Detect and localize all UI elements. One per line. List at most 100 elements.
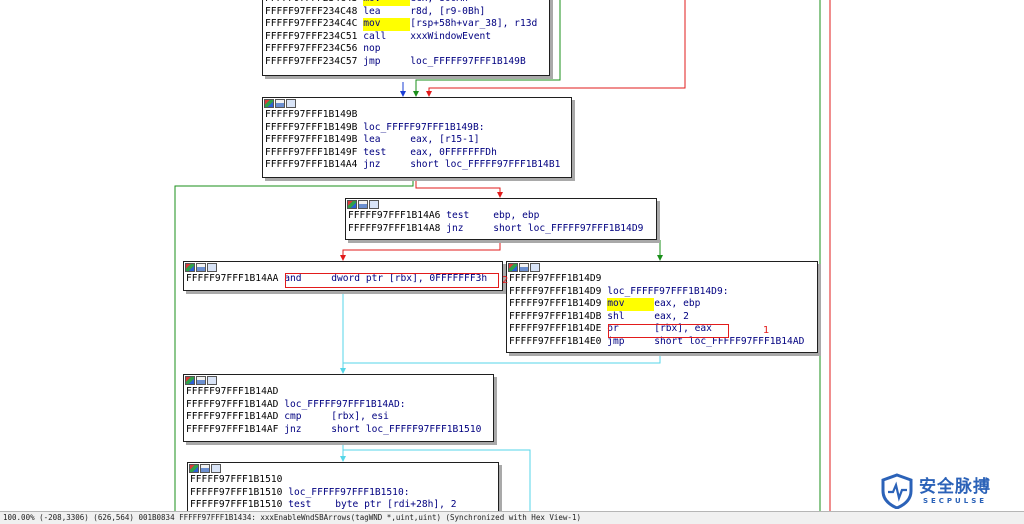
color-icon[interactable] bbox=[264, 99, 274, 108]
label: loc_FFFFF97FFF1B14AD: bbox=[284, 398, 406, 410]
address: FFFFF97FFF234C48 bbox=[265, 5, 358, 17]
address: FFFFF97FFF1B14AF bbox=[186, 423, 279, 435]
asm-line[interactable]: FFFFF97FFF1B14A6 test ebp, ebp bbox=[346, 210, 656, 223]
asm-line[interactable]: FFFFF97FFF1B14D9 loc_FFFFF97FFF1B14D9: bbox=[507, 286, 817, 299]
label: loc_FFFFF97FFF1B14D9: bbox=[607, 285, 729, 297]
address: FFFFF97FFF1B1510 bbox=[190, 486, 283, 498]
highlight-box-and bbox=[285, 273, 499, 288]
marker-1: 1 bbox=[763, 325, 770, 336]
asm-line[interactable]: FFFFF97FFF234C57 jmp loc_FFFFF97FFF1B149B bbox=[263, 56, 549, 69]
address: FFFFF97FFF1B1510 bbox=[190, 499, 283, 511]
code-block-window-event[interactable]: FFFFF97FFF234C43 mov ecx, 800Ah FFFFF97FFF… bbox=[262, 0, 550, 76]
asm-line[interactable]: FFFFF97FFF1B1510 bbox=[188, 474, 498, 487]
color-icon[interactable] bbox=[185, 376, 195, 385]
address: FFFFF97FFF1B14D9 bbox=[509, 273, 602, 284]
operands: ebp, ebp bbox=[493, 210, 540, 221]
graph-icon[interactable] bbox=[196, 376, 206, 385]
asm-line[interactable]: FFFFF97FFF234C48 lea r8d, [r9-0Bh] bbox=[263, 6, 549, 19]
asm-line[interactable]: FFFFF97FFF1B14D9 bbox=[507, 273, 817, 286]
code-block-loc-14d9[interactable]: FFFFF97FFF1B14D9 FFFFF97FFF1B14D9 loc_FF… bbox=[506, 261, 818, 353]
address: FFFFF97FFF234C43 bbox=[265, 0, 357, 4]
flow-edges bbox=[174, 0, 831, 512]
address: FFFFF97FFF1B14DE bbox=[509, 323, 602, 335]
operands: eax, 2 bbox=[654, 310, 689, 322]
graph-icon[interactable] bbox=[358, 200, 368, 209]
graph-icon[interactable] bbox=[275, 99, 285, 108]
address: FFFFF97FFF1B14AD bbox=[186, 411, 279, 423]
block-header bbox=[184, 262, 502, 273]
asm-line[interactable]: FFFFF97FFF1B14AD bbox=[184, 386, 493, 399]
address: FFFFF97FFF234C56 bbox=[265, 43, 358, 55]
address: FFFFF97FFF1B14AD bbox=[186, 386, 279, 397]
address: FFFFF97FFF1B14D9 bbox=[509, 285, 602, 297]
asm-line[interactable]: FFFFF97FFF1B14AD cmp [rbx], esi bbox=[184, 411, 493, 424]
color-icon[interactable] bbox=[189, 464, 199, 473]
address: FFFFF97FFF1B14DB bbox=[509, 310, 602, 322]
address: FFFFF97FFF1B14A6 bbox=[348, 210, 441, 221]
address: FFFFF97FFF1B14D9 bbox=[509, 298, 602, 310]
address: FFFFF97FFF1B149F bbox=[265, 146, 358, 158]
asm-line[interactable]: FFFFF97FFF1B149B loc_FFFFF97FFF1B149B: bbox=[263, 122, 571, 135]
asm-line[interactable]: FFFFF97FFF1B149B lea eax, [r15-1] bbox=[263, 134, 571, 147]
edge-b4-to-b5-cyan bbox=[343, 353, 661, 364]
asm-line[interactable]: FFFFF97FFF1B1510 loc_FFFFF97FFF1B1510: bbox=[188, 487, 498, 500]
text-icon[interactable] bbox=[369, 200, 379, 209]
asm-line[interactable]: FFFFF97FFF1B14DB shl eax, 2 bbox=[507, 311, 817, 324]
asm-line[interactable]: FFFFF97FFF1B149B bbox=[263, 109, 571, 122]
graph-icon[interactable] bbox=[519, 263, 529, 272]
address: FFFFF97FFF234C51 bbox=[265, 30, 358, 42]
mnemonic: jmp bbox=[363, 55, 381, 67]
status-bar: 100.00% (-208,3306) (626,564) 001B0834 F… bbox=[0, 511, 1024, 524]
operands: ecx, 800Ah bbox=[410, 0, 468, 4]
graph-icon[interactable] bbox=[196, 263, 206, 272]
asm-line[interactable]: FFFFF97FFF234C4C mov [rsp+58h+var_38], r1… bbox=[263, 18, 549, 31]
mnemonic: test bbox=[446, 210, 470, 221]
asm-line[interactable]: FFFFF97FFF234C51 call xxxWindowEvent bbox=[263, 31, 549, 44]
operands: short loc_FFFFF97FFF1B1510 bbox=[331, 423, 482, 435]
code-block-loc-1510[interactable]: FFFFF97FFF1B1510 FFFFF97FFF1B1510 loc_FF… bbox=[187, 462, 499, 512]
operands: short loc_FFFFF97FFF1B14D9 bbox=[493, 222, 644, 234]
operands: [rsp+58h+var_38], r13d bbox=[410, 18, 538, 30]
asm-line[interactable]: FFFFF97FFF1B14AD loc_FFFFF97FFF1B14AD: bbox=[184, 399, 493, 412]
asm-line[interactable]: FFFFF97FFF1B14A4 jnz short loc_FFFFF97FFF… bbox=[263, 159, 571, 172]
block-header bbox=[346, 199, 656, 210]
graph-view[interactable]: FFFFF97FFF234C43 mov ecx, 800Ah FFFFF97FFF… bbox=[0, 0, 1024, 512]
block-header bbox=[188, 463, 498, 474]
code-block-loc-149b[interactable]: FFFFF97FFF1B149B FFFFF97FFF1B149B loc_FF… bbox=[262, 97, 572, 178]
code-block-test-ebp[interactable]: FFFFF97FFF1B14A6 test ebp, ebp FFFFF97FFF1… bbox=[345, 198, 657, 240]
mnemonic: lea bbox=[363, 134, 381, 146]
operands: xxxWindowEvent bbox=[410, 30, 492, 42]
mnemonic: jnz bbox=[363, 159, 381, 171]
address: FFFFF97FFF234C4C bbox=[265, 18, 358, 30]
text-icon[interactable] bbox=[530, 263, 540, 272]
label: loc_FFFFF97FFF1B1510: bbox=[288, 486, 410, 498]
operands: short loc_FFFFF97FFF1B14B1 bbox=[410, 159, 561, 171]
asm-line[interactable]: FFFFF97FFF1B1510 test byte ptr [rdi+28h],… bbox=[188, 499, 498, 512]
operands: byte ptr [rdi+28h], 2 bbox=[335, 499, 457, 511]
text-icon[interactable] bbox=[207, 263, 217, 272]
color-icon[interactable] bbox=[185, 263, 195, 272]
address: FFFFF97FFF1B14AD bbox=[186, 398, 279, 410]
asm-line[interactable]: FFFFF97FFF234C56 nop bbox=[263, 43, 549, 56]
address: FFFFF97FFF1B149B bbox=[265, 134, 358, 146]
asm-line[interactable]: FFFFF97FFF1B149F test eax, 0FFFFFFFDh bbox=[263, 147, 571, 160]
color-icon[interactable] bbox=[508, 263, 518, 272]
text-icon[interactable] bbox=[211, 464, 221, 473]
asm-line[interactable]: FFFFF97FFF1B14A8 jnz short loc_FFFFF97FFF… bbox=[346, 223, 656, 236]
address: FFFFF97FFF1B14AA bbox=[186, 273, 279, 284]
mnemonic: test bbox=[288, 499, 312, 511]
code-block-loc-14ad[interactable]: FFFFF97FFF1B14AD FFFFF97FFF1B14AD loc_FF… bbox=[183, 374, 494, 442]
operands: r8d, [r9-0Bh] bbox=[410, 5, 486, 17]
block-header bbox=[263, 98, 571, 109]
text-icon[interactable] bbox=[286, 99, 296, 108]
text-icon[interactable] bbox=[207, 376, 217, 385]
address: FFFFF97FFF1B1510 bbox=[190, 474, 283, 485]
watermark-title: 安全脉搏 bbox=[919, 477, 991, 497]
operands: eax, [r15-1] bbox=[410, 134, 480, 146]
operands: [rbx], esi bbox=[331, 411, 389, 423]
color-icon[interactable] bbox=[347, 200, 357, 209]
asm-line[interactable]: FFFFF97FFF1B14AF jnz short loc_FFFFF97FFF… bbox=[184, 424, 493, 437]
graph-icon[interactable] bbox=[200, 464, 210, 473]
address: FFFFF97FFF1B14A4 bbox=[265, 159, 358, 171]
asm-line[interactable]: FFFFF97FFF1B14D9 mov eax, ebp bbox=[507, 298, 817, 311]
